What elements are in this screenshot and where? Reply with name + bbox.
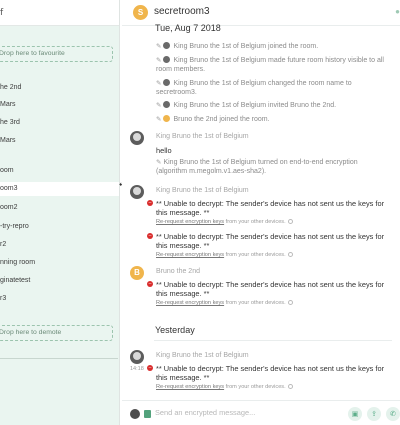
- history-visibility-event: ✎ King Bruno the 1st of Belgium made futu…: [156, 56, 384, 74]
- avatar[interactable]: [130, 185, 144, 199]
- room-list-item[interactable]: oom: [0, 164, 119, 178]
- left-panel-header: f: [0, 0, 119, 26]
- edit-icon: ✎: [156, 101, 162, 109]
- rerequest-keys-link[interactable]: Re-request encryption keys: [156, 300, 224, 306]
- rerequest-keys: Re-request encryption keys from your oth…: [156, 300, 293, 306]
- encryption-event: ✎ King Bruno the 1st of Belgium turned on…: [156, 158, 358, 176]
- join-event: ✎ Bruno the 2nd joined the room.: [156, 115, 270, 123]
- warning-icon: –: [147, 365, 153, 371]
- room-name-event: ✎ King Bruno the 1st of Belgium changed t…: [156, 79, 352, 97]
- rerequest-keys: Re-request encryption keys from your oth…: [156, 252, 293, 258]
- rerequest-keys: Re-request encryption keys from your oth…: [156, 219, 293, 225]
- left-panel-divider: [0, 358, 118, 359]
- rerequest-keys-link[interactable]: Re-request encryption keys: [156, 384, 224, 390]
- warning-icon: –: [147, 200, 153, 206]
- room-list-item[interactable]: Mars: [0, 134, 119, 148]
- sender-name[interactable]: King Bruno the 1st of Belgium: [156, 187, 249, 194]
- room-list-item[interactable]: r3: [0, 292, 119, 306]
- image-icon[interactable]: ▣: [348, 407, 362, 421]
- avatar: [163, 101, 171, 108]
- undecryptable-message: – ** Unable to decrypt: The sender's devi…: [147, 364, 385, 382]
- date-separator: Tue, Aug 7 2018: [155, 23, 221, 33]
- sender-name[interactable]: King Bruno the 1st of Belgium: [156, 352, 249, 359]
- membership-event: ✎ King Bruno the 1st of Belgium joined th…: [156, 42, 319, 50]
- avatar: [163, 56, 171, 63]
- rerequest-keys-link[interactable]: Re-request encryption keys: [156, 219, 224, 225]
- help-icon[interactable]: [287, 384, 293, 389]
- header-caret[interactable]: f: [0, 8, 3, 18]
- avatar: [163, 79, 171, 86]
- avatar: [130, 409, 140, 419]
- rerequest-keys: Re-request encryption keys from your oth…: [156, 384, 293, 390]
- message-input[interactable]: Send an encrypted message...: [155, 408, 255, 417]
- composer-actions: ▣ ⇪ ✆: [348, 407, 400, 421]
- room-view: S secretroom3 ● Tue, Aug 7 2018 ✎ King Br…: [122, 0, 400, 425]
- edit-icon: ✎: [156, 79, 162, 87]
- upload-icon[interactable]: ⇪: [367, 407, 381, 421]
- edit-icon: ✎: [156, 56, 162, 64]
- lock-icon: [144, 410, 151, 418]
- undecryptable-message: – ** Unable to decrypt: The sender's devi…: [147, 232, 385, 250]
- undecryptable-message: – ** Unable to decrypt: The sender's devi…: [147, 199, 385, 217]
- warning-icon: –: [147, 281, 153, 287]
- invite-event: ✎ King Bruno the 1st of Belgium invited B…: [156, 101, 337, 109]
- edit-icon: ✎: [156, 115, 162, 123]
- room-list-item[interactable]: he 3rd: [0, 116, 119, 130]
- message-composer: Send an encrypted message... ▣ ⇪ ✆: [122, 400, 400, 425]
- avatar[interactable]: [130, 131, 144, 145]
- help-icon[interactable]: [287, 219, 293, 224]
- date-separator: Yesterday: [155, 325, 195, 335]
- room-list-item[interactable]: ginatetest: [0, 274, 119, 288]
- message-body: hello: [156, 146, 172, 155]
- help-icon[interactable]: [287, 300, 293, 305]
- sender-name[interactable]: King Bruno the 1st of Belgium: [156, 133, 249, 140]
- sender-name[interactable]: Bruno the 2nd: [156, 268, 200, 275]
- room-list-panel: f Drop here to favourite he 2nd Mars he …: [0, 0, 120, 425]
- demote-drop-zone[interactable]: Drop here to demote: [0, 325, 113, 341]
- room-list-item-selected[interactable]: oom3: [0, 182, 119, 196]
- room-list-item[interactable]: Mars: [0, 98, 119, 112]
- help-icon[interactable]: [287, 252, 293, 257]
- room-list-item[interactable]: nning room: [0, 256, 119, 270]
- room-list-item[interactable]: he 2nd: [0, 81, 119, 95]
- room-list-item[interactable]: r2: [0, 238, 119, 252]
- avatar[interactable]: [130, 350, 144, 364]
- room-name[interactable]: secretroom3: [154, 6, 210, 17]
- avatar: [163, 115, 171, 122]
- call-icon[interactable]: ✆: [386, 407, 400, 421]
- edit-icon: ✎: [156, 42, 162, 50]
- warning-icon: –: [147, 233, 153, 239]
- avatar: [163, 42, 171, 49]
- avatar[interactable]: B: [130, 266, 144, 280]
- rerequest-keys-link[interactable]: Re-request encryption keys: [156, 252, 224, 258]
- room-avatar[interactable]: S: [133, 5, 148, 20]
- room-list-item[interactable]: -try-repro: [0, 220, 119, 234]
- room-list-item[interactable]: oom2: [0, 201, 119, 215]
- settings-icon[interactable]: ●: [395, 7, 400, 16]
- message-timestamp: 14:18: [130, 366, 144, 372]
- favourite-drop-zone[interactable]: Drop here to favourite: [0, 46, 113, 62]
- undecryptable-message: – ** Unable to decrypt: The sender's devi…: [147, 280, 385, 298]
- date-divider: [154, 340, 392, 341]
- edit-icon: ✎: [156, 158, 162, 166]
